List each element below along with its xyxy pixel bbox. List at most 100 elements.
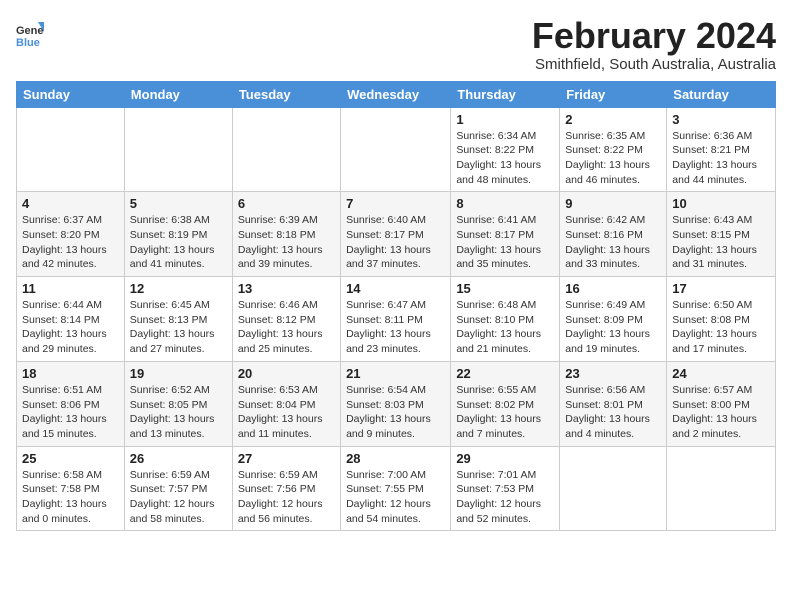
logo: General Blue bbox=[16, 20, 44, 48]
calendar-table: Sunday Monday Tuesday Wednesday Thursday… bbox=[16, 81, 776, 532]
day-detail: Sunrise: 7:00 AM Sunset: 7:55 PM Dayligh… bbox=[346, 468, 445, 527]
calendar-cell bbox=[341, 107, 451, 192]
day-number: 16 bbox=[565, 281, 661, 296]
day-detail: Sunrise: 6:56 AM Sunset: 8:01 PM Dayligh… bbox=[565, 383, 661, 442]
day-number: 15 bbox=[456, 281, 554, 296]
calendar-cell bbox=[124, 107, 232, 192]
day-detail: Sunrise: 6:39 AM Sunset: 8:18 PM Dayligh… bbox=[238, 213, 335, 272]
col-wednesday: Wednesday bbox=[341, 81, 451, 107]
day-number: 22 bbox=[456, 366, 554, 381]
day-number: 29 bbox=[456, 451, 554, 466]
day-number: 17 bbox=[672, 281, 770, 296]
title-block: February 2024 Smithfield, South Australi… bbox=[532, 16, 776, 73]
day-number: 24 bbox=[672, 366, 770, 381]
calendar-cell: 25 Sunrise: 6:58 AM Sunset: 7:58 PM Dayli… bbox=[17, 446, 125, 531]
calendar-cell: 1 Sunrise: 6:34 AM Sunset: 8:22 PM Daylig… bbox=[451, 107, 560, 192]
col-friday: Friday bbox=[560, 81, 667, 107]
day-number: 2 bbox=[565, 112, 661, 127]
day-detail: Sunrise: 6:38 AM Sunset: 8:19 PM Dayligh… bbox=[130, 213, 227, 272]
week-row-4: 18 Sunrise: 6:51 AM Sunset: 8:06 PM Dayli… bbox=[17, 361, 776, 446]
calendar-cell: 24 Sunrise: 6:57 AM Sunset: 8:00 PM Dayli… bbox=[667, 361, 776, 446]
day-number: 25 bbox=[22, 451, 119, 466]
day-number: 28 bbox=[346, 451, 445, 466]
day-number: 14 bbox=[346, 281, 445, 296]
week-row-3: 11 Sunrise: 6:44 AM Sunset: 8:14 PM Dayli… bbox=[17, 277, 776, 362]
day-detail: Sunrise: 6:49 AM Sunset: 8:09 PM Dayligh… bbox=[565, 298, 661, 357]
day-detail: Sunrise: 6:40 AM Sunset: 8:17 PM Dayligh… bbox=[346, 213, 445, 272]
day-detail: Sunrise: 6:43 AM Sunset: 8:15 PM Dayligh… bbox=[672, 213, 770, 272]
day-detail: Sunrise: 6:47 AM Sunset: 8:11 PM Dayligh… bbox=[346, 298, 445, 357]
calendar-cell: 6 Sunrise: 6:39 AM Sunset: 8:18 PM Daylig… bbox=[232, 192, 340, 277]
svg-text:Blue: Blue bbox=[16, 37, 40, 48]
day-number: 6 bbox=[238, 196, 335, 211]
day-number: 13 bbox=[238, 281, 335, 296]
calendar-cell: 11 Sunrise: 6:44 AM Sunset: 8:14 PM Dayli… bbox=[17, 277, 125, 362]
calendar-cell: 9 Sunrise: 6:42 AM Sunset: 8:16 PM Daylig… bbox=[560, 192, 667, 277]
col-thursday: Thursday bbox=[451, 81, 560, 107]
day-detail: Sunrise: 6:57 AM Sunset: 8:00 PM Dayligh… bbox=[672, 383, 770, 442]
calendar-cell: 4 Sunrise: 6:37 AM Sunset: 8:20 PM Daylig… bbox=[17, 192, 125, 277]
day-number: 9 bbox=[565, 196, 661, 211]
logo-icon: General Blue bbox=[16, 20, 44, 48]
day-detail: Sunrise: 6:59 AM Sunset: 7:56 PM Dayligh… bbox=[238, 468, 335, 527]
calendar-cell: 19 Sunrise: 6:52 AM Sunset: 8:05 PM Dayli… bbox=[124, 361, 232, 446]
calendar-cell bbox=[17, 107, 125, 192]
page-header: General Blue February 2024 Smithfield, S… bbox=[16, 16, 776, 73]
calendar-cell: 27 Sunrise: 6:59 AM Sunset: 7:56 PM Dayli… bbox=[232, 446, 340, 531]
week-row-2: 4 Sunrise: 6:37 AM Sunset: 8:20 PM Daylig… bbox=[17, 192, 776, 277]
day-number: 3 bbox=[672, 112, 770, 127]
day-number: 19 bbox=[130, 366, 227, 381]
calendar-cell: 17 Sunrise: 6:50 AM Sunset: 8:08 PM Dayli… bbox=[667, 277, 776, 362]
day-number: 11 bbox=[22, 281, 119, 296]
calendar-cell: 22 Sunrise: 6:55 AM Sunset: 8:02 PM Dayli… bbox=[451, 361, 560, 446]
day-detail: Sunrise: 6:51 AM Sunset: 8:06 PM Dayligh… bbox=[22, 383, 119, 442]
col-tuesday: Tuesday bbox=[232, 81, 340, 107]
day-detail: Sunrise: 6:55 AM Sunset: 8:02 PM Dayligh… bbox=[456, 383, 554, 442]
calendar-cell: 16 Sunrise: 6:49 AM Sunset: 8:09 PM Dayli… bbox=[560, 277, 667, 362]
day-detail: Sunrise: 6:37 AM Sunset: 8:20 PM Dayligh… bbox=[22, 213, 119, 272]
day-detail: Sunrise: 6:53 AM Sunset: 8:04 PM Dayligh… bbox=[238, 383, 335, 442]
week-row-5: 25 Sunrise: 6:58 AM Sunset: 7:58 PM Dayli… bbox=[17, 446, 776, 531]
day-number: 1 bbox=[456, 112, 554, 127]
month-title: February 2024 bbox=[532, 16, 776, 56]
calendar-cell: 5 Sunrise: 6:38 AM Sunset: 8:19 PM Daylig… bbox=[124, 192, 232, 277]
day-number: 27 bbox=[238, 451, 335, 466]
calendar-cell: 12Sunrise: 6:45 AM Sunset: 8:13 PM Dayli… bbox=[124, 277, 232, 362]
day-number: 10 bbox=[672, 196, 770, 211]
day-number: 18 bbox=[22, 366, 119, 381]
calendar-cell: 28 Sunrise: 7:00 AM Sunset: 7:55 PM Dayli… bbox=[341, 446, 451, 531]
calendar-cell: 26Sunrise: 6:59 AM Sunset: 7:57 PM Dayli… bbox=[124, 446, 232, 531]
calendar-cell bbox=[232, 107, 340, 192]
calendar-cell: 7 Sunrise: 6:40 AM Sunset: 8:17 PM Daylig… bbox=[341, 192, 451, 277]
location-subtitle: Smithfield, South Australia, Australia bbox=[532, 56, 776, 73]
day-detail: Sunrise: 6:58 AM Sunset: 7:58 PM Dayligh… bbox=[22, 468, 119, 527]
day-detail: Sunrise: 6:45 AM Sunset: 8:13 PM Dayligh… bbox=[130, 298, 227, 357]
calendar-cell bbox=[560, 446, 667, 531]
day-detail: Sunrise: 6:52 AM Sunset: 8:05 PM Dayligh… bbox=[130, 383, 227, 442]
day-number: 8 bbox=[456, 196, 554, 211]
calendar-cell: 2Sunrise: 6:35 AM Sunset: 8:22 PM Daylig… bbox=[560, 107, 667, 192]
day-detail: Sunrise: 6:36 AM Sunset: 8:21 PM Dayligh… bbox=[672, 129, 770, 188]
calendar-cell: 29Sunrise: 7:01 AM Sunset: 7:53 PM Dayli… bbox=[451, 446, 560, 531]
calendar-cell: 15 Sunrise: 6:48 AM Sunset: 8:10 PM Dayli… bbox=[451, 277, 560, 362]
week-row-1: 1 Sunrise: 6:34 AM Sunset: 8:22 PM Daylig… bbox=[17, 107, 776, 192]
day-detail: Sunrise: 6:59 AM Sunset: 7:57 PM Dayligh… bbox=[130, 468, 227, 527]
calendar-cell: 8Sunrise: 6:41 AM Sunset: 8:17 PM Daylig… bbox=[451, 192, 560, 277]
calendar-cell: 14 Sunrise: 6:47 AM Sunset: 8:11 PM Dayli… bbox=[341, 277, 451, 362]
day-detail: Sunrise: 6:42 AM Sunset: 8:16 PM Dayligh… bbox=[565, 213, 661, 272]
day-number: 4 bbox=[22, 196, 119, 211]
day-number: 7 bbox=[346, 196, 445, 211]
day-detail: Sunrise: 6:50 AM Sunset: 8:08 PM Dayligh… bbox=[672, 298, 770, 357]
col-saturday: Saturday bbox=[667, 81, 776, 107]
day-number: 20 bbox=[238, 366, 335, 381]
svg-text:General: General bbox=[16, 25, 44, 37]
day-detail: Sunrise: 6:48 AM Sunset: 8:10 PM Dayligh… bbox=[456, 298, 554, 357]
day-number: 5 bbox=[130, 196, 227, 211]
col-sunday: Sunday bbox=[17, 81, 125, 107]
calendar-cell: 10 Sunrise: 6:43 AM Sunset: 8:15 PM Dayli… bbox=[667, 192, 776, 277]
calendar-cell: 20 Sunrise: 6:53 AM Sunset: 8:04 PM Dayli… bbox=[232, 361, 340, 446]
day-detail: Sunrise: 6:34 AM Sunset: 8:22 PM Dayligh… bbox=[456, 129, 554, 188]
day-detail: Sunrise: 6:46 AM Sunset: 8:12 PM Dayligh… bbox=[238, 298, 335, 357]
day-detail: Sunrise: 6:44 AM Sunset: 8:14 PM Dayligh… bbox=[22, 298, 119, 357]
calendar-cell: 18 Sunrise: 6:51 AM Sunset: 8:06 PM Dayli… bbox=[17, 361, 125, 446]
